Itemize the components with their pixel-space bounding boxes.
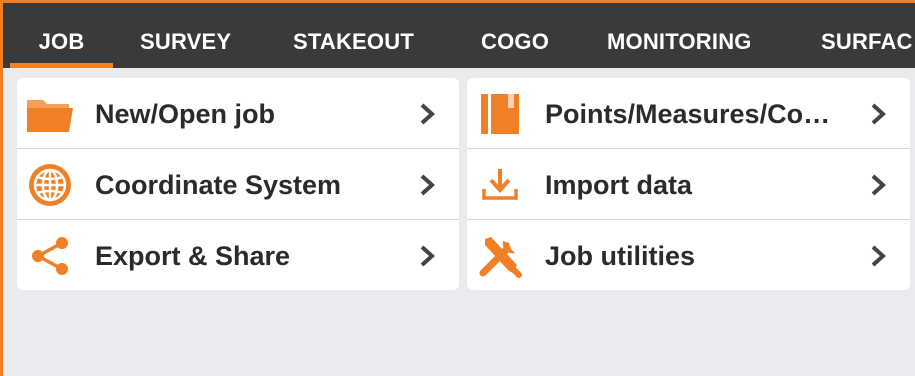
tab-stakeout-label: STAKEOUT [293,29,414,54]
tab-stakeout[interactable]: STAKEOUT [293,3,414,68]
active-tab-indicator [10,63,113,68]
tab-job[interactable]: JOB [10,3,113,68]
chevron-right-icon [417,244,439,268]
menu-item-label: Export & Share [95,241,291,271]
menu-item-label: Coordinate System [95,170,342,200]
chevron-right-icon [417,173,439,197]
tools-icon [475,233,525,279]
notebook-icon [475,91,525,137]
menu-item-label: Import data [545,170,693,200]
menu-item-label: New/Open job [95,99,276,129]
folder-icon [25,91,75,137]
chevron-right-icon [868,173,890,197]
tab-surface-label: SURFAC [821,29,913,54]
chevron-right-icon [868,102,890,126]
menu-item-job-utilities[interactable]: Job utilities [467,219,910,290]
import-icon [475,162,525,208]
chevron-right-icon [417,102,439,126]
tab-survey-label: SURVEY [140,29,232,54]
share-icon [25,233,75,279]
menu-item-label: Job utilities [545,241,696,271]
menu-panel-right: Points/Measures/Co… Import data Job util… [467,78,910,290]
tab-monitoring-label: MONITORING [607,29,752,54]
chevron-right-icon [868,244,890,268]
tab-surface[interactable]: SURFAC [821,3,913,68]
menu-item-label: Points/Measures/Co… [545,99,831,129]
tab-monitoring[interactable]: MONITORING [607,3,752,68]
tab-cogo[interactable]: COGO [481,3,549,68]
tab-job-label: JOB [38,29,85,54]
tab-survey[interactable]: SURVEY [140,3,231,68]
globe-icon [25,162,75,208]
menu-item-points-measures[interactable]: Points/Measures/Co… [467,78,910,148]
top-tab-bar: JOB SURVEY STAKEOUT COGO MONITORING SURF… [3,3,915,68]
menu-item-coordinate-system[interactable]: Coordinate System [17,148,459,219]
menu-panel-left: New/Open job Coordinate System Export & … [17,78,459,290]
tab-cogo-label: COGO [481,29,550,54]
menu-item-new-open-job[interactable]: New/Open job [17,78,459,148]
menu-item-export-share[interactable]: Export & Share [17,219,459,290]
menu-item-import-data[interactable]: Import data [467,148,910,219]
